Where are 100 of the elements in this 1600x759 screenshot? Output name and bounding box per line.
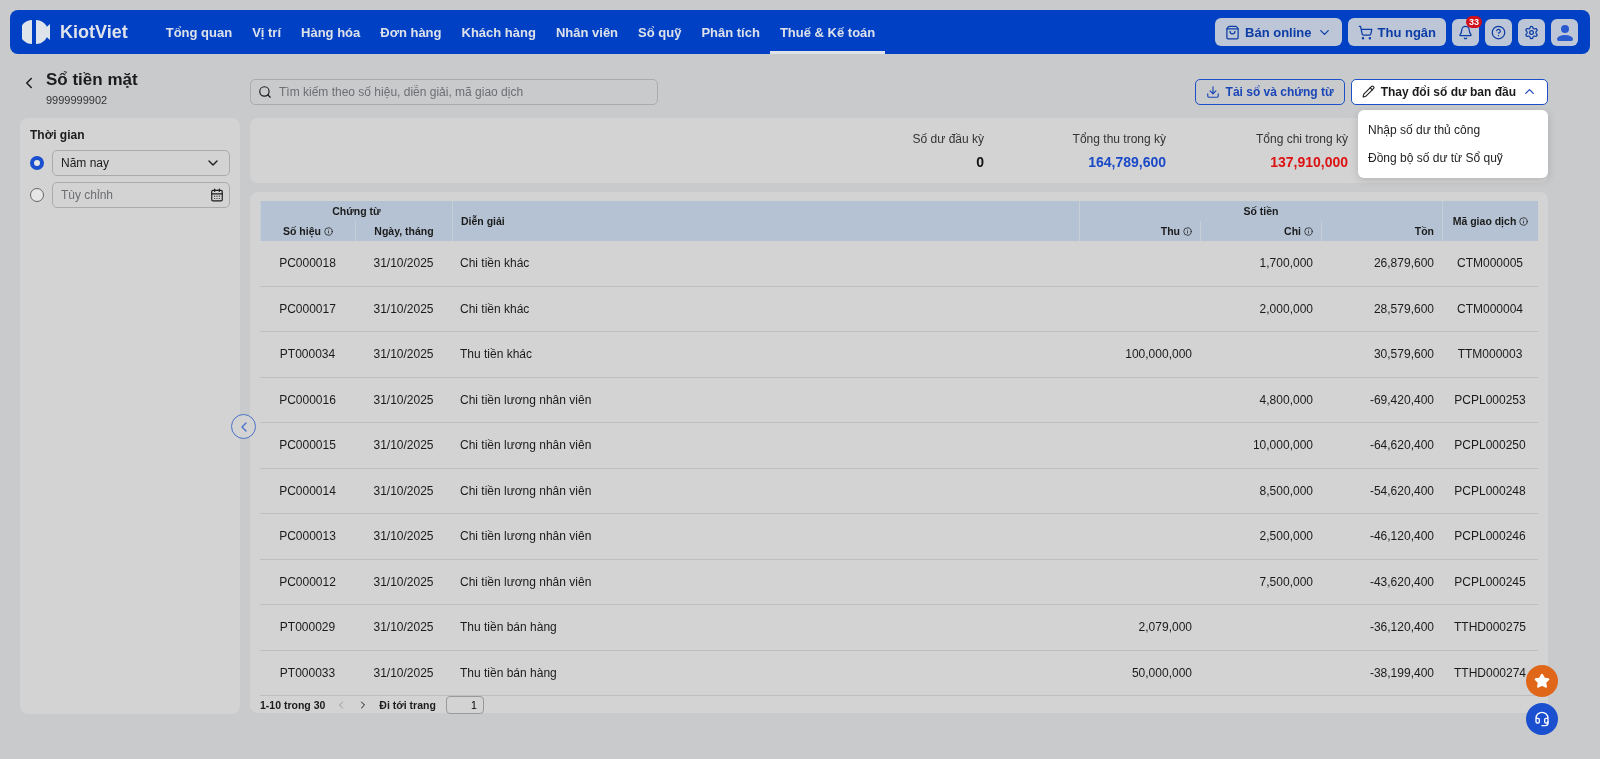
column-header: Chi (1200, 221, 1321, 241)
table-cell: -36,120,400 (1321, 605, 1442, 651)
download-button[interactable]: Tải sổ và chứng từ (1194, 78, 1345, 105)
table-cell: PCPL000245 (1442, 559, 1538, 605)
table-cell: TTM000003 (1442, 332, 1538, 378)
nav-tab[interactable]: Phân tích (691, 10, 770, 54)
change-balance-button[interactable]: Thay đổi số dư ban đầu (1350, 78, 1548, 105)
nav-tab[interactable]: Tổng quan (155, 10, 243, 54)
stat-value: 164,789,600 (1087, 154, 1166, 170)
table-cell: TTHD000275 (1442, 605, 1538, 651)
table-cell: -69,420,400 (1321, 377, 1442, 423)
shopping-bag-icon (1225, 24, 1241, 40)
nav-tab[interactable]: Sổ quỹ (628, 10, 692, 54)
stat-label: Số dư đầu kỳ (911, 132, 984, 146)
table-cell: 31/10/2025 (355, 377, 452, 423)
table-cell: CTM000005 (1442, 241, 1538, 287)
table-cell: -46,120,400 (1321, 514, 1442, 560)
radio-button[interactable] (30, 188, 44, 202)
table-cell: PCPL000250 (1442, 423, 1538, 469)
table-cell: Chi tiền khác (452, 286, 1079, 332)
table-cell: PCPL000253 (1442, 377, 1538, 423)
headset-icon (1534, 711, 1550, 727)
favorite-button[interactable] (1526, 665, 1558, 697)
table-cell: Thu tiền bán hàng (452, 605, 1079, 651)
table-cell: Chi tiền lương nhân viên (452, 514, 1079, 560)
table-cell: 4,800,000 (1200, 377, 1321, 423)
download-icon (1205, 84, 1220, 99)
nav-tab[interactable]: Thuế & Kế toán (769, 10, 886, 54)
table-cell: PC000015 (260, 423, 355, 469)
table-cell: 2,500,000 (1200, 514, 1321, 560)
search-field[interactable]: Tìm kiếm theo số hiệu, diễn giải, mã giao dịch (250, 78, 658, 105)
nav-tab[interactable]: Vị trí (242, 10, 292, 54)
nav-tab[interactable]: Khách hàng (451, 10, 546, 54)
table-cell: 31/10/2025 (355, 332, 452, 378)
table-cell: 26,879,600 (1321, 241, 1442, 287)
page-title: Sổ tiền mặt (46, 70, 138, 90)
radio-button[interactable] (30, 156, 44, 170)
nav-tab[interactable]: Hàng hóa (291, 10, 371, 54)
menu-item[interactable]: Đồng bộ số dư từ Sổ quỹ (1358, 144, 1548, 172)
page-range: 1-10 trong 30 (260, 699, 326, 711)
column-header: Thu (1079, 221, 1200, 241)
table-cell: -54,620,400 (1321, 468, 1442, 514)
stat-value: 137,910,000 (1269, 154, 1348, 170)
table-cell: 50,000,000 (1079, 650, 1200, 696)
table-cell: Thu tiền khác (452, 332, 1079, 378)
nav-tab[interactable]: Đơn hàng (370, 10, 452, 54)
table-cell: 7,500,000 (1200, 559, 1321, 605)
table-cell: CTM000004 (1442, 286, 1538, 332)
table-cell: PT000034 (260, 332, 355, 378)
table-cell: PC000016 (260, 377, 355, 423)
online-sales-button[interactable]: Bán online (1215, 18, 1342, 46)
table-cell: 10,000,000 (1200, 423, 1321, 469)
table-cell: -64,620,400 (1321, 423, 1442, 469)
bell-icon (1458, 24, 1473, 40)
go-to-page-label: Đi tới trang (379, 699, 436, 711)
help-icon (1491, 24, 1506, 40)
date-range-field[interactable]: Tùy chỉnh (52, 182, 230, 208)
table-cell: PC000014 (260, 468, 355, 514)
user-icon (1555, 23, 1574, 41)
table-cell: 1,700,000 (1200, 241, 1321, 287)
column-group-header: Chứng từ (260, 201, 452, 221)
table-cell: Chi tiền lương nhân viên (452, 468, 1079, 514)
help-button[interactable] (1485, 18, 1512, 46)
column-header: Diễn giải (452, 201, 1079, 241)
table-cell: PC000013 (260, 514, 355, 560)
calendar-icon[interactable] (210, 188, 224, 202)
table-cell: 31/10/2025 (355, 650, 452, 696)
table-cell: 8,500,000 (1200, 468, 1321, 514)
info-icon[interactable] (323, 226, 333, 236)
menu-item[interactable]: Nhập số dư thủ công (1358, 116, 1548, 144)
info-icon[interactable] (1519, 216, 1529, 226)
table-cell: 2,000,000 (1200, 286, 1321, 332)
column-header: Số hiệu (260, 221, 355, 241)
table-cell: 28,579,600 (1321, 286, 1442, 332)
notifications-button[interactable]: 33 (1452, 18, 1479, 46)
table-cell: 30,579,600 (1321, 332, 1442, 378)
nav-tab[interactable]: Nhân viên (545, 10, 629, 54)
support-button[interactable] (1526, 703, 1558, 735)
table-cell: PCPL000246 (1442, 514, 1538, 560)
info-icon[interactable] (1304, 226, 1313, 236)
table-cell: 31/10/2025 (355, 423, 452, 469)
logo-text: KiotViet (60, 21, 128, 43)
column-group-header: Số tiền (1079, 201, 1442, 221)
table-cell: 31/10/2025 (355, 241, 452, 287)
table-cell: PT000029 (260, 605, 355, 651)
page-input[interactable]: 1 (445, 696, 484, 714)
avatar[interactable] (1551, 18, 1578, 46)
table-cell: 31/10/2025 (355, 559, 452, 605)
table-cell: 100,000,000 (1079, 332, 1200, 378)
settings-button[interactable] (1518, 18, 1545, 46)
period-select[interactable]: Năm nay (52, 150, 230, 176)
info-icon[interactable] (1183, 226, 1192, 236)
account-number: 9999999902 (46, 94, 109, 106)
table-cell: 31/10/2025 (355, 286, 452, 332)
search-icon (258, 84, 272, 99)
cart-icon (1357, 24, 1373, 40)
table-cell: Chi tiền lương nhân viên (452, 559, 1079, 605)
cashier-button[interactable]: Thu ngân (1347, 18, 1446, 46)
table-cell: PC000012 (260, 559, 355, 605)
table-cell: 31/10/2025 (355, 605, 452, 651)
